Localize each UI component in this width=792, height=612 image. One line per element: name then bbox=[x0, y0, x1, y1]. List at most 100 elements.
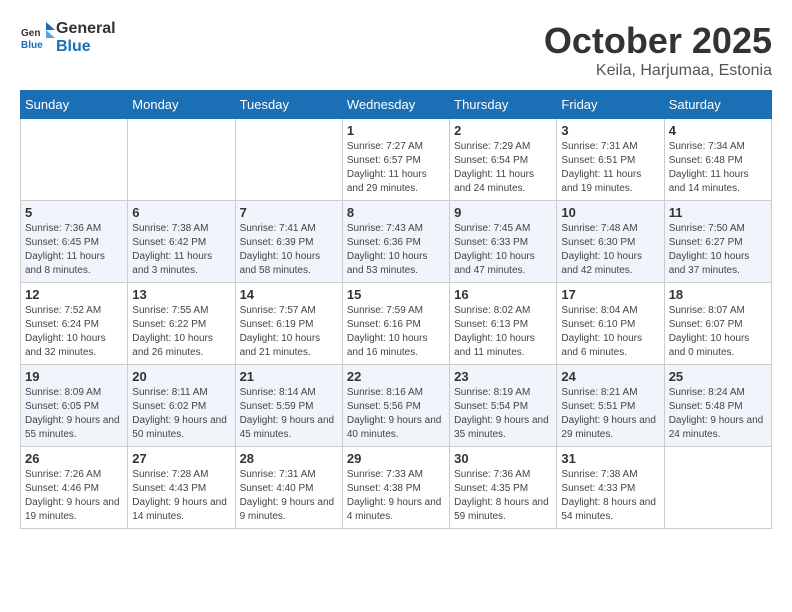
week-row-4: 26 Sunrise: 7:26 AM Sunset: 4:46 PM Dayli… bbox=[21, 447, 772, 529]
day-number: 6 bbox=[132, 205, 230, 220]
day-info: Sunrise: 8:07 AM Sunset: 6:07 PM Dayligh… bbox=[669, 304, 767, 360]
day-info: Sunrise: 7:38 AM Sunset: 4:33 PM Dayligh… bbox=[561, 468, 659, 524]
calendar-cell: 28 Sunrise: 7:31 AM Sunset: 4:40 PM Dayli… bbox=[235, 447, 342, 529]
calendar-cell: 3 Sunrise: 7:31 AM Sunset: 6:51 PM Daylig… bbox=[557, 119, 664, 201]
calendar-cell: 21Sunrise: 8:14 AM Sunset: 5:59 PM Dayli… bbox=[235, 365, 342, 447]
day-number: 22 bbox=[347, 369, 445, 384]
calendar-cell: 4Sunrise: 7:34 AM Sunset: 6:48 PM Daylig… bbox=[664, 119, 771, 201]
day-number: 18 bbox=[669, 287, 767, 302]
calendar-cell: 14 Sunrise: 7:57 AM Sunset: 6:19 PM Dayli… bbox=[235, 283, 342, 365]
day-number: 3 bbox=[561, 123, 659, 138]
calendar-cell: 10 Sunrise: 7:48 AM Sunset: 6:30 PM Dayli… bbox=[557, 201, 664, 283]
day-info: Sunrise: 8:09 AM Sunset: 6:05 PM Dayligh… bbox=[25, 386, 123, 442]
day-info: Sunrise: 7:50 AM Sunset: 6:27 PM Dayligh… bbox=[669, 222, 767, 278]
day-number: 2 bbox=[454, 123, 552, 138]
day-info: Sunrise: 8:24 AM Sunset: 5:48 PM Dayligh… bbox=[669, 386, 767, 442]
day-number: 21 bbox=[240, 369, 338, 384]
calendar-cell: 6 Sunrise: 7:38 AM Sunset: 6:42 PM Daylig… bbox=[128, 201, 235, 283]
day-info: Sunrise: 7:27 AM Sunset: 6:57 PM Dayligh… bbox=[347, 140, 445, 196]
calendar-cell: 9 Sunrise: 7:45 AM Sunset: 6:33 PM Daylig… bbox=[450, 201, 557, 283]
day-number: 23 bbox=[454, 369, 552, 384]
day-number: 14 bbox=[240, 287, 338, 302]
title-area: October 2025 Keila, Harjumaa, Estonia bbox=[544, 20, 772, 80]
day-number: 31 bbox=[561, 451, 659, 466]
day-number: 7 bbox=[240, 205, 338, 220]
day-number: 13 bbox=[132, 287, 230, 302]
week-row-1: 5Sunrise: 7:36 AM Sunset: 6:45 PM Daylig… bbox=[21, 201, 772, 283]
calendar-cell: 1 Sunrise: 7:27 AM Sunset: 6:57 PM Daylig… bbox=[342, 119, 449, 201]
logo-text-general: General bbox=[56, 20, 116, 37]
day-number: 19 bbox=[25, 369, 123, 384]
weekday-header-row: SundayMondayTuesdayWednesdayThursdayFrid… bbox=[21, 91, 772, 119]
weekday-header-thursday: Thursday bbox=[450, 91, 557, 119]
calendar-cell: 29 Sunrise: 7:33 AM Sunset: 4:38 PM Dayli… bbox=[342, 447, 449, 529]
weekday-header-monday: Monday bbox=[128, 91, 235, 119]
calendar-cell: 8 Sunrise: 7:43 AM Sunset: 6:36 PM Daylig… bbox=[342, 201, 449, 283]
header: Gen Blue General Blue October 2025 Keila… bbox=[20, 20, 772, 80]
day-number: 1 bbox=[347, 123, 445, 138]
weekday-header-sunday: Sunday bbox=[21, 91, 128, 119]
weekday-header-tuesday: Tuesday bbox=[235, 91, 342, 119]
day-info: Sunrise: 8:04 AM Sunset: 6:10 PM Dayligh… bbox=[561, 304, 659, 360]
day-info: Sunrise: 7:43 AM Sunset: 6:36 PM Dayligh… bbox=[347, 222, 445, 278]
calendar-cell: 2 Sunrise: 7:29 AM Sunset: 6:54 PM Daylig… bbox=[450, 119, 557, 201]
day-number: 24 bbox=[561, 369, 659, 384]
calendar-cell: 7 Sunrise: 7:41 AM Sunset: 6:39 PM Daylig… bbox=[235, 201, 342, 283]
calendar-cell bbox=[21, 119, 128, 201]
day-number: 28 bbox=[240, 451, 338, 466]
logo: Gen Blue General Blue bbox=[20, 20, 116, 56]
calendar-cell: 31 Sunrise: 7:38 AM Sunset: 4:33 PM Dayli… bbox=[557, 447, 664, 529]
week-row-3: 19 Sunrise: 8:09 AM Sunset: 6:05 PM Dayli… bbox=[21, 365, 772, 447]
day-info: Sunrise: 7:29 AM Sunset: 6:54 PM Dayligh… bbox=[454, 140, 552, 196]
day-info: Sunrise: 7:59 AM Sunset: 6:16 PM Dayligh… bbox=[347, 304, 445, 360]
day-number: 26 bbox=[25, 451, 123, 466]
day-number: 12 bbox=[25, 287, 123, 302]
day-number: 29 bbox=[347, 451, 445, 466]
day-info: Sunrise: 7:57 AM Sunset: 6:19 PM Dayligh… bbox=[240, 304, 338, 360]
day-info: Sunrise: 7:38 AM Sunset: 6:42 PM Dayligh… bbox=[132, 222, 230, 278]
calendar-table: SundayMondayTuesdayWednesdayThursdayFrid… bbox=[20, 90, 772, 529]
day-info: Sunrise: 8:21 AM Sunset: 5:51 PM Dayligh… bbox=[561, 386, 659, 442]
day-info: Sunrise: 7:28 AM Sunset: 4:43 PM Dayligh… bbox=[132, 468, 230, 524]
day-info: Sunrise: 7:33 AM Sunset: 4:38 PM Dayligh… bbox=[347, 468, 445, 524]
day-number: 9 bbox=[454, 205, 552, 220]
weekday-header-friday: Friday bbox=[557, 91, 664, 119]
calendar-cell: 13Sunrise: 7:55 AM Sunset: 6:22 PM Dayli… bbox=[128, 283, 235, 365]
day-info: Sunrise: 7:48 AM Sunset: 6:30 PM Dayligh… bbox=[561, 222, 659, 278]
calendar-cell: 12 Sunrise: 7:52 AM Sunset: 6:24 PM Dayli… bbox=[21, 283, 128, 365]
day-number: 10 bbox=[561, 205, 659, 220]
day-info: Sunrise: 7:52 AM Sunset: 6:24 PM Dayligh… bbox=[25, 304, 123, 360]
day-info: Sunrise: 8:11 AM Sunset: 6:02 PM Dayligh… bbox=[132, 386, 230, 442]
day-number: 8 bbox=[347, 205, 445, 220]
svg-text:Gen: Gen bbox=[21, 28, 40, 39]
calendar-cell: 17 Sunrise: 8:04 AM Sunset: 6:10 PM Dayli… bbox=[557, 283, 664, 365]
month-title: October 2025 bbox=[544, 20, 772, 62]
day-number: 15 bbox=[347, 287, 445, 302]
day-info: Sunrise: 7:31 AM Sunset: 6:51 PM Dayligh… bbox=[561, 140, 659, 196]
day-number: 20 bbox=[132, 369, 230, 384]
day-number: 11 bbox=[669, 205, 767, 220]
day-info: Sunrise: 8:16 AM Sunset: 5:56 PM Dayligh… bbox=[347, 386, 445, 442]
calendar-cell: 5Sunrise: 7:36 AM Sunset: 6:45 PM Daylig… bbox=[21, 201, 128, 283]
location-title: Keila, Harjumaa, Estonia bbox=[544, 62, 772, 80]
calendar-cell bbox=[235, 119, 342, 201]
calendar-cell: 20 Sunrise: 8:11 AM Sunset: 6:02 PM Dayli… bbox=[128, 365, 235, 447]
day-info: Sunrise: 8:19 AM Sunset: 5:54 PM Dayligh… bbox=[454, 386, 552, 442]
calendar-cell bbox=[664, 447, 771, 529]
day-number: 17 bbox=[561, 287, 659, 302]
day-info: Sunrise: 7:45 AM Sunset: 6:33 PM Dayligh… bbox=[454, 222, 552, 278]
calendar-cell: 27 Sunrise: 7:28 AM Sunset: 4:43 PM Dayli… bbox=[128, 447, 235, 529]
day-info: Sunrise: 7:31 AM Sunset: 4:40 PM Dayligh… bbox=[240, 468, 338, 524]
day-info: Sunrise: 7:34 AM Sunset: 6:48 PM Dayligh… bbox=[669, 140, 767, 196]
day-info: Sunrise: 7:41 AM Sunset: 6:39 PM Dayligh… bbox=[240, 222, 338, 278]
calendar-cell: 18 Sunrise: 8:07 AM Sunset: 6:07 PM Dayli… bbox=[664, 283, 771, 365]
svg-text:Blue: Blue bbox=[21, 40, 43, 51]
day-info: Sunrise: 7:36 AM Sunset: 4:35 PM Dayligh… bbox=[454, 468, 552, 524]
day-info: Sunrise: 7:26 AM Sunset: 4:46 PM Dayligh… bbox=[25, 468, 123, 524]
logo-icon: Gen Blue bbox=[20, 20, 56, 56]
week-row-2: 12 Sunrise: 7:52 AM Sunset: 6:24 PM Dayli… bbox=[21, 283, 772, 365]
calendar-cell bbox=[128, 119, 235, 201]
calendar-cell: 15 Sunrise: 7:59 AM Sunset: 6:16 PM Dayli… bbox=[342, 283, 449, 365]
day-number: 27 bbox=[132, 451, 230, 466]
calendar-cell: 30Sunrise: 7:36 AM Sunset: 4:35 PM Dayli… bbox=[450, 447, 557, 529]
